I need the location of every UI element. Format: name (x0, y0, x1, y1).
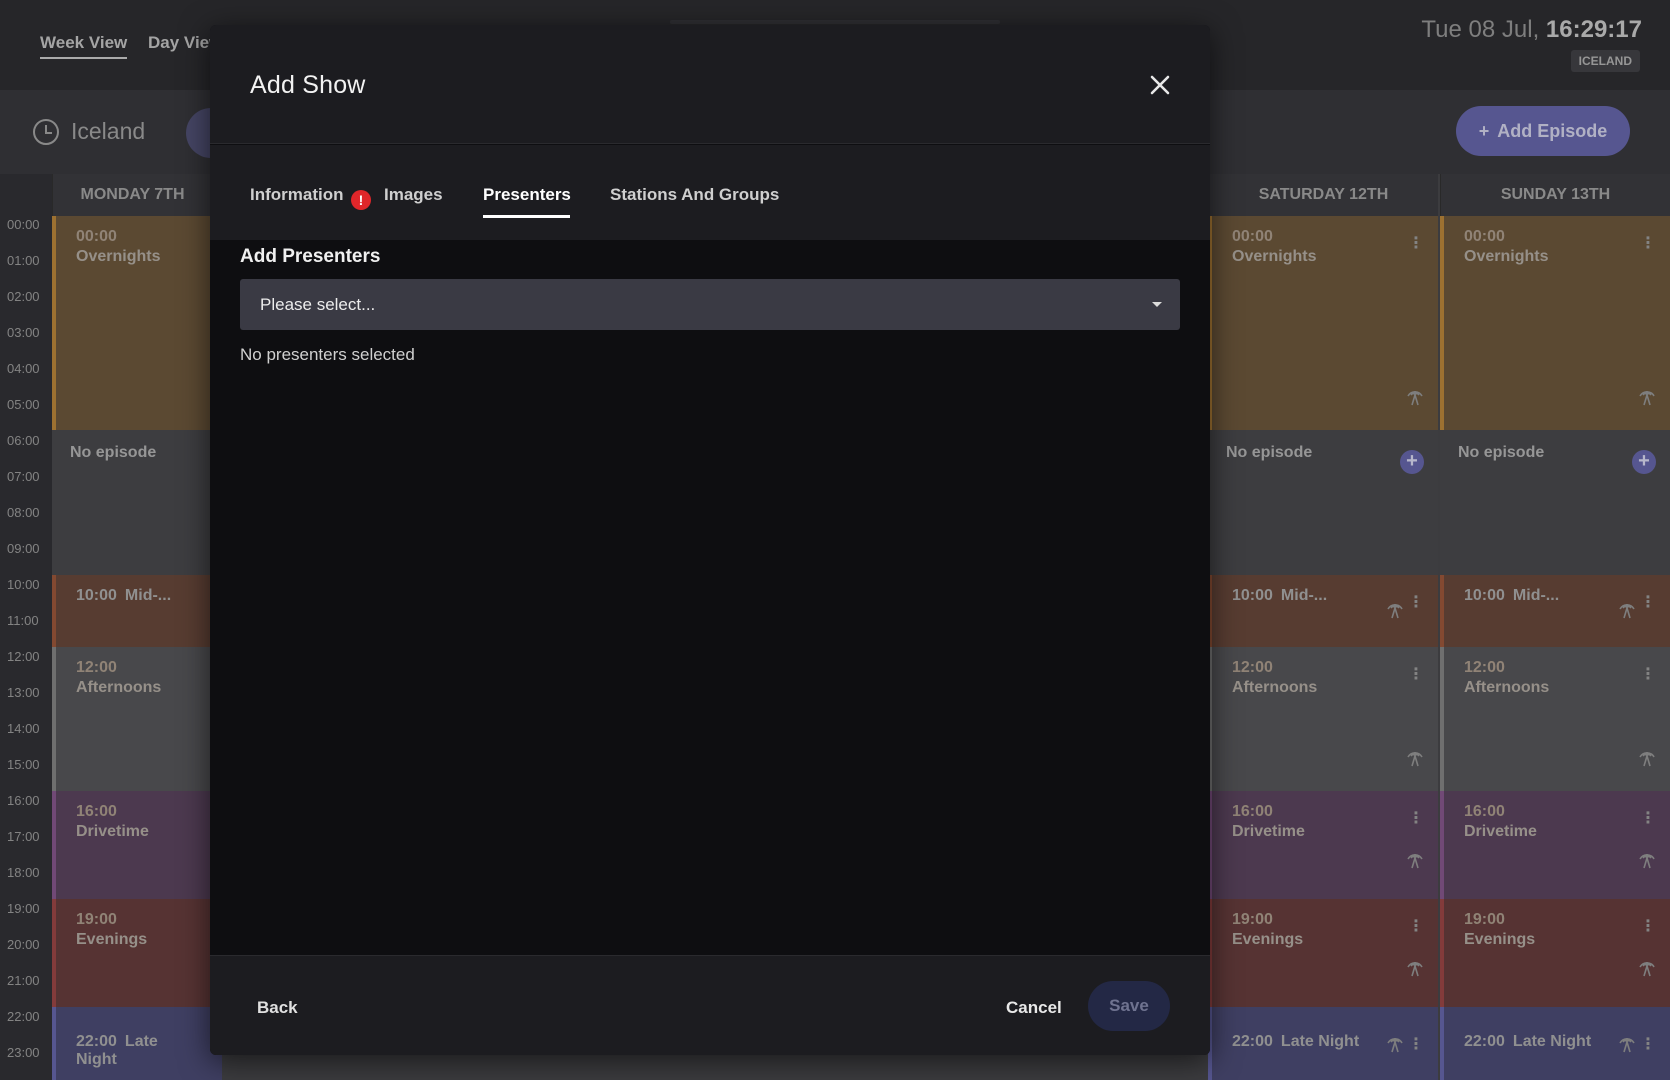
back-button[interactable]: Back (257, 998, 298, 1018)
presenters-select[interactable]: Please select... (240, 279, 1180, 330)
dialog-footer: Back Cancel Save (210, 955, 1210, 1055)
save-button[interactable]: Save (1088, 981, 1170, 1031)
scheduler-app: Week View Day View Tue 08 Jul, 16:29:17 … (0, 0, 1670, 1080)
cancel-button[interactable]: Cancel (1006, 998, 1062, 1018)
dialog-header: Add Show (210, 25, 1210, 144)
add-show-dialog: Add Show Information Images Presenters S… (210, 25, 1210, 1055)
tab-images[interactable]: Images (384, 185, 443, 205)
dialog-title: Add Show (250, 71, 366, 99)
tab-information[interactable]: Information (250, 185, 344, 205)
section-title: Add Presenters (240, 246, 381, 267)
caret-down-icon (1152, 302, 1162, 307)
error-icon: ! (351, 190, 371, 210)
tab-presenters[interactable]: Presenters (483, 185, 571, 205)
close-icon[interactable] (1146, 71, 1174, 99)
tab-stations-and-groups[interactable]: Stations And Groups (610, 185, 779, 205)
select-placeholder: Please select... (260, 295, 376, 314)
active-tab-indicator (483, 215, 570, 218)
empty-state-text: No presenters selected (240, 345, 415, 364)
